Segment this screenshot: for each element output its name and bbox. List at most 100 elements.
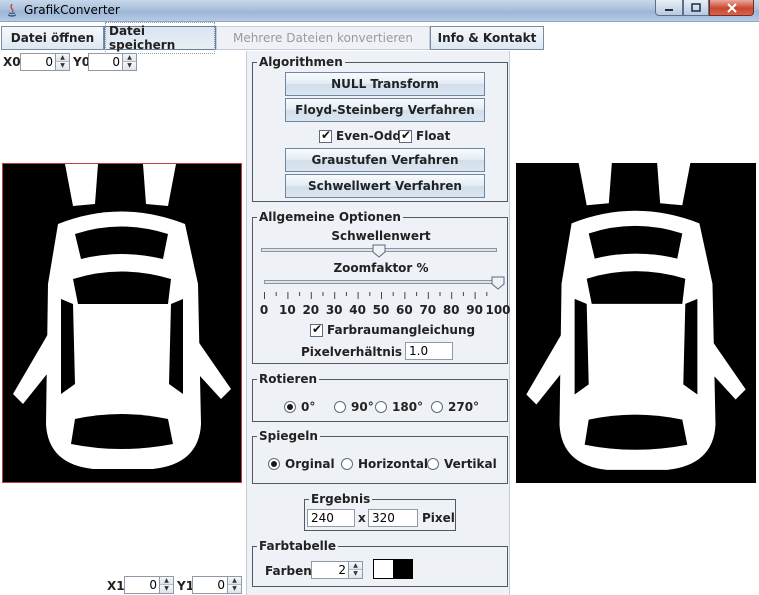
spinner-up-icon[interactable]: ▲: [228, 577, 241, 585]
spinner-up-icon[interactable]: ▲: [56, 54, 69, 62]
car-silhouette-result: [526, 163, 746, 470]
zoom-tick-label: 30: [325, 303, 343, 317]
y0-value: 0: [112, 55, 120, 69]
close-button[interactable]: [709, 0, 754, 16]
checkmark-icon: ✔: [401, 127, 412, 142]
x1-value: 0: [149, 578, 157, 592]
result-image: [516, 163, 756, 483]
result-height-field[interactable]: 320: [368, 509, 418, 527]
colors-value: 2: [338, 563, 346, 577]
threshold-slider-thumb[interactable]: [372, 244, 386, 258]
rotate-270-label: 270°: [448, 400, 480, 414]
general-options-group: Allgemeine Optionen Schwellenwert Zoomfa…: [252, 210, 511, 364]
mirror-vertical-label: Vertikal: [444, 457, 497, 471]
mirror-legend: Spiegeln: [257, 429, 320, 443]
zoom-tick-label: 100: [485, 303, 511, 317]
save-file-button[interactable]: Datei speichern: [104, 22, 216, 54]
rotate-180-radio[interactable]: 180°: [375, 400, 423, 414]
x1-spinner[interactable]: 0 ▲ ▼: [124, 576, 174, 594]
spinner-down-icon[interactable]: ▼: [228, 585, 241, 593]
batch-convert-label: Mehrere Dateien konvertieren: [232, 31, 414, 45]
rotate-90-radio[interactable]: 90°: [334, 400, 374, 414]
minimize-button[interactable]: [655, 0, 683, 16]
spinner-down-icon[interactable]: ▼: [123, 62, 136, 70]
rotate-90-label: 90°: [351, 400, 374, 414]
zoom-tick-label: 50: [372, 303, 390, 317]
zoom-tick-label: 0: [259, 303, 269, 317]
mirror-original-radio[interactable]: Orginal: [268, 457, 335, 471]
palette-color-swatch[interactable]: [374, 560, 393, 578]
spinner-down-icon[interactable]: ▼: [56, 62, 69, 70]
maximize-button[interactable]: [683, 0, 709, 16]
colors-label: Farben:: [265, 564, 317, 578]
float-label: Float: [416, 129, 451, 143]
zoom-tick-label: 20: [302, 303, 320, 317]
colors-spinner[interactable]: 2 ▲ ▼: [311, 561, 363, 579]
spinner-up-icon[interactable]: ▲: [123, 54, 136, 62]
even-odd-checkbox[interactable]: ✔ Even-Odd: [319, 127, 402, 143]
y1-value: 0: [217, 578, 225, 592]
zoom-tick-label: 60: [396, 303, 413, 317]
result-group: Ergebnis 240 x 320 Pixel: [304, 492, 456, 531]
zoom-slider-thumb[interactable]: [491, 276, 505, 290]
even-odd-label: Even-Odd: [336, 129, 402, 143]
save-file-label: Datei speichern: [105, 22, 215, 54]
palette-color-swatch[interactable]: [393, 560, 412, 578]
mirror-horizontal-radio[interactable]: Horizontal: [341, 457, 428, 471]
general-options-legend: Allgemeine Optionen: [257, 210, 403, 224]
result-legend: Ergebnis: [309, 492, 373, 506]
source-image: [2, 163, 242, 483]
color-adjust-label: Farbraumangleichung: [327, 323, 476, 337]
spinner-up-icon[interactable]: ▲: [160, 577, 173, 585]
pixel-ratio-input[interactable]: 1.0: [405, 342, 453, 360]
rotate-group: Rotieren 0° 90° 180° 270°: [252, 372, 508, 422]
grayscale-button[interactable]: Graustufen Verfahren: [285, 148, 485, 172]
zoom-tick-marks: [264, 292, 488, 299]
mirror-horizontal-label: Horizontal: [358, 457, 429, 471]
rotate-0-label: 0°: [301, 400, 316, 414]
car-silhouette-source: [13, 164, 231, 469]
floyd-steinberg-button[interactable]: Floyd-Steinberg Verfahren: [285, 98, 485, 122]
title-bar: GrafikConverter: [0, 0, 759, 22]
float-checkbox[interactable]: ✔ Float: [399, 127, 451, 143]
info-contact-label: Info & Kontakt: [437, 31, 537, 45]
rotate-0-radio[interactable]: 0°: [284, 400, 315, 414]
close-icon: [726, 2, 737, 13]
palette-legend: Farbtabelle: [257, 539, 339, 553]
zoom-label: Zoomfaktor %: [333, 261, 429, 275]
java-app-icon: [7, 3, 17, 17]
null-transform-button[interactable]: NULL Transform: [285, 72, 485, 96]
zoom-tick-label: 70: [419, 303, 437, 317]
palette-swatches[interactable]: [373, 559, 413, 579]
result-unit-label: Pixel: [422, 511, 455, 525]
open-file-label: Datei öffnen: [10, 31, 95, 45]
info-contact-button[interactable]: Info & Kontakt: [430, 26, 544, 50]
zoom-slider-track[interactable]: [264, 280, 498, 284]
x0-label: X0: [3, 55, 21, 69]
checkmark-icon: ✔: [321, 127, 332, 142]
rotate-180-label: 180°: [392, 400, 424, 414]
batch-convert-button[interactable]: Mehrere Dateien konvertieren: [216, 26, 430, 50]
open-file-button[interactable]: Datei öffnen: [1, 26, 104, 50]
result-width-field[interactable]: 240: [307, 509, 355, 527]
options-panel: Algorithmen NULL Transform Floyd-Steinbe…: [246, 51, 511, 595]
threshold-method-button[interactable]: Schwellwert Verfahren: [285, 174, 485, 198]
checkmark-icon: ✔: [312, 321, 323, 336]
window-title: GrafikConverter: [24, 3, 120, 17]
rotate-legend: Rotieren: [257, 372, 320, 386]
spinner-down-icon[interactable]: ▼: [160, 585, 173, 593]
zoom-tick-label: 10: [279, 303, 296, 317]
result-x-label: x: [358, 511, 366, 525]
palette-group: Farbtabelle Farben: 2 ▲ ▼: [252, 539, 508, 587]
y1-spinner[interactable]: 0 ▲ ▼: [192, 576, 242, 594]
minimize-icon: [665, 8, 673, 11]
zoom-tick-label: 90: [466, 303, 483, 317]
zoom-tick-label: 40: [349, 303, 366, 317]
color-adjust-checkbox[interactable]: ✔ Farbraumangleichung: [310, 321, 476, 337]
mirror-vertical-radio[interactable]: Vertikal: [427, 457, 497, 471]
x0-spinner[interactable]: 0 ▲ ▼: [20, 53, 70, 71]
spinner-up-icon[interactable]: ▲: [349, 562, 362, 570]
y0-spinner[interactable]: 0 ▲ ▼: [88, 53, 137, 71]
spinner-down-icon[interactable]: ▼: [349, 570, 362, 578]
rotate-270-radio[interactable]: 270°: [431, 400, 479, 414]
